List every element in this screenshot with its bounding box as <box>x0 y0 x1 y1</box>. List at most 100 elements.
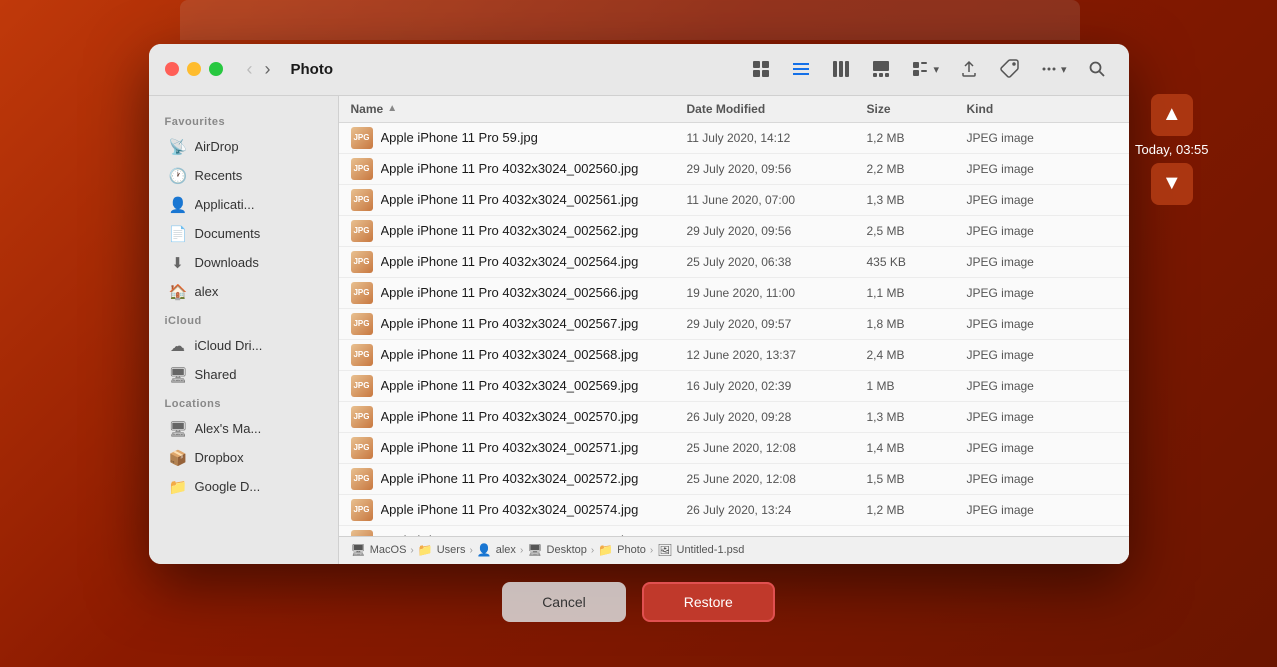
file-list-scroll[interactable]: JPG Apple iPhone 11 Pro 59.jpg 11 July 2… <box>339 123 1129 536</box>
file-size: 1,8 MB <box>867 317 967 331</box>
sidebar-item-googled[interactable]: 📁Google D... <box>153 473 334 501</box>
sidebar-item-label: alex <box>195 284 318 299</box>
file-date: 19 June 2020, 11:00 <box>687 286 867 300</box>
table-row[interactable]: JPG Apple iPhone 11 Pro 4032x3024_002560… <box>339 154 1129 185</box>
breadcrumb-icon: 📁 <box>598 543 613 557</box>
sidebar-item-alex[interactable]: 🏠alex <box>153 278 334 306</box>
breadcrumb-icon: 👤 <box>477 543 492 557</box>
finder-window: ‹ › Photo ▾ <box>149 44 1129 564</box>
file-thumbnail: JPG <box>351 499 373 521</box>
file-size: 1,5 MB <box>867 472 967 486</box>
file-kind: JPEG image <box>967 193 1117 207</box>
time-widget: ▲ Today, 03:55 ▼ <box>1135 94 1208 205</box>
table-row[interactable]: JPG Apple iPhone 11 Pro 4032x3024_002567… <box>339 309 1129 340</box>
back-button[interactable]: ‹ <box>243 57 257 82</box>
sidebar-icon: ⬇ <box>169 254 187 272</box>
table-row[interactable]: JPG Apple iPhone 11 Pro 4032x3024_002570… <box>339 402 1129 433</box>
file-date: 29 July 2020, 09:56 <box>687 162 867 176</box>
file-thumbnail: JPG <box>351 189 373 211</box>
breadcrumb-icon: 📁 <box>418 543 433 557</box>
more-button[interactable]: ▾ <box>1033 55 1073 83</box>
sidebar-item-shared[interactable]: 🖥Shared <box>153 361 334 389</box>
sidebar-item-documents[interactable]: 📄 Documents <box>153 220 334 248</box>
close-button[interactable] <box>165 62 179 76</box>
sidebar-section-label: iCloud <box>149 307 338 331</box>
search-button[interactable] <box>1081 55 1113 83</box>
breadcrumb-label: Users <box>437 544 466 556</box>
column-view-button[interactable] <box>825 55 857 83</box>
table-row[interactable]: JPG Apple iPhone 11 Pro 4032x3024_002561… <box>339 185 1129 216</box>
file-size: 1,2 MB <box>867 503 967 517</box>
tag-button[interactable] <box>993 55 1025 83</box>
file-date: 11 June 2020, 07:00 <box>687 193 867 207</box>
sidebar-icon: 👤 <box>169 196 187 214</box>
file-thumbnail: JPG <box>351 158 373 180</box>
table-row[interactable]: JPG Apple iPhone 11 Pro 4032x3024_002572… <box>339 464 1129 495</box>
table-row[interactable]: JPG Apple iPhone 11 Pro 4032x3024_002569… <box>339 371 1129 402</box>
file-size: 2,5 MB <box>867 224 967 238</box>
sidebar-item-dropbox[interactable]: 📦Dropbox <box>153 444 334 472</box>
breadcrumb-item[interactable]: 🖼Untitled-1.psd <box>657 543 744 557</box>
file-name-cell: JPG Apple iPhone 11 Pro 4032x3024_002564… <box>351 251 687 273</box>
table-row[interactable]: JPG Apple iPhone 11 Pro 4032x3024_002566… <box>339 278 1129 309</box>
time-label: Today, 03:55 <box>1135 142 1208 157</box>
breadcrumb-item[interactable]: 🖥Desktop <box>527 543 587 557</box>
nav-arrows: ‹ › <box>243 57 275 82</box>
sidebar-item-downloads[interactable]: ⬇ Downloads <box>153 249 334 277</box>
gallery-view-button[interactable] <box>865 55 897 83</box>
file-name-text: Apple iPhone 11 Pro 4032x3024_002568.jpg <box>381 347 639 362</box>
icon-view-button[interactable] <box>745 55 777 83</box>
file-name-text: Apple iPhone 11 Pro 4032x3024_002564.jpg <box>381 254 639 269</box>
breadcrumb-item[interactable]: 👤alex <box>477 543 516 557</box>
group-button[interactable]: ▾ <box>905 55 945 83</box>
sidebar-icon: 📦 <box>169 449 187 467</box>
file-name-cell: JPG Apple iPhone 11 Pro 4032x3024_002567… <box>351 313 687 335</box>
table-row[interactable]: JPG Apple iPhone 11 Pro 4032x3024_002574… <box>339 495 1129 526</box>
file-date: 25 June 2020, 12:08 <box>687 472 867 486</box>
breadcrumb-item[interactable]: 📁 Users <box>418 543 466 557</box>
minimize-button[interactable] <box>187 62 201 76</box>
table-row[interactable]: JPG Apple iPhone 11 Pro 4032x3024_002568… <box>339 340 1129 371</box>
file-name-text: Apple iPhone 11 Pro 4032x3024_002574.jpg <box>381 502 639 517</box>
restore-button[interactable]: Restore <box>642 582 775 622</box>
sidebar-icon: 🖥 <box>169 366 187 384</box>
sidebar-item-airdrop[interactable]: 📡AirDrop <box>153 133 334 161</box>
file-thumbnail: JPG <box>351 344 373 366</box>
sidebar-item-alexsma[interactable]: 🖥Alex's Ma... <box>153 415 334 443</box>
table-row[interactable]: JPG Apple iPhone 11 Pro 4032x3024_002575… <box>339 526 1129 536</box>
list-view-button[interactable] <box>785 55 817 83</box>
main-container: ▲ Today, 03:55 ▼ ‹ › Photo <box>89 44 1189 624</box>
sidebar-icon: 📄 <box>169 225 187 243</box>
breadcrumb-item[interactable]: 📁Photo <box>598 543 646 557</box>
table-row[interactable]: JPG Apple iPhone 11 Pro 4032x3024_002571… <box>339 433 1129 464</box>
file-name-cell: JPG Apple iPhone 11 Pro 4032x3024_002562… <box>351 220 687 242</box>
sidebar-item-applicati[interactable]: 👤Applicati... <box>153 191 334 219</box>
sidebar-item-label: Downloads <box>195 255 318 270</box>
file-name-cell: JPG Apple iPhone 11 Pro 4032x3024_002574… <box>351 499 687 521</box>
file-name-text: Apple iPhone 11 Pro 4032x3024_002562.jpg <box>381 223 639 238</box>
table-row[interactable]: JPG Apple iPhone 11 Pro 4032x3024_002562… <box>339 216 1129 247</box>
share-button[interactable] <box>953 55 985 83</box>
file-name-cell: JPG Apple iPhone 11 Pro 4032x3024_002566… <box>351 282 687 304</box>
table-row[interactable]: JPG Apple iPhone 11 Pro 4032x3024_002564… <box>339 247 1129 278</box>
breadcrumb-icon: 🖥 <box>527 543 542 557</box>
time-down-arrow[interactable]: ▼ <box>1151 163 1193 205</box>
file-thumbnail: JPG <box>351 468 373 490</box>
maximize-button[interactable] <box>209 62 223 76</box>
file-date: 11 July 2020, 14:12 <box>687 131 867 145</box>
breadcrumb-item[interactable]: 🖥MacOS <box>351 543 407 557</box>
file-kind: JPEG image <box>967 503 1117 517</box>
file-kind: JPEG image <box>967 131 1117 145</box>
time-up-arrow[interactable]: ▲ <box>1151 94 1193 136</box>
breadcrumb-icon: 🖼 <box>657 543 672 557</box>
sidebar-item-iclouddri[interactable]: ☁iCloud Dri... <box>153 332 334 360</box>
file-name-cell: JPG Apple iPhone 11 Pro 59.jpg <box>351 127 687 149</box>
file-thumbnail: JPG <box>351 375 373 397</box>
sidebar-item-label: Documents <box>195 226 318 241</box>
table-row[interactable]: JPG Apple iPhone 11 Pro 59.jpg 11 July 2… <box>339 123 1129 154</box>
sidebar-item-recents[interactable]: 🕐Recents <box>153 162 334 190</box>
window-title: Photo <box>291 61 334 78</box>
forward-button[interactable]: › <box>261 57 275 82</box>
breadcrumb-separator: › <box>591 545 594 556</box>
cancel-button[interactable]: Cancel <box>502 582 626 622</box>
